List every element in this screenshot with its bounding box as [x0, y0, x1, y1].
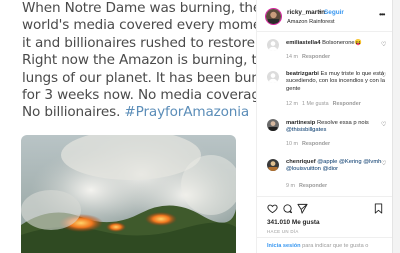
tweet-line: Right now the Amazon is burning, the [22, 52, 256, 69]
likes-count[interactable]: 341.010 Me gusta [267, 219, 320, 226]
comment-meta: 9 m Responder [286, 183, 331, 189]
comment-like-icon[interactable]: ♡ [381, 121, 386, 128]
login-prompt: Inicia sesión para indicar que te gusta … [257, 237, 392, 249]
comment-item: chenriquef @apple @Kering @lvmh @louisvu… [257, 155, 392, 197]
like-heart-icon[interactable] [267, 203, 278, 214]
more-options-icon[interactable]: ••• [379, 10, 385, 19]
author-avatar[interactable] [265, 8, 282, 25]
mention-link[interactable]: @apple [317, 159, 337, 165]
mention-link[interactable]: @thisisbillgates [286, 127, 326, 133]
comment-body: Resolve essa p nois [316, 120, 369, 126]
comment-meta: 12 m 1 Me gusta Responder [286, 101, 365, 107]
post-image[interactable]: When Notre Dame was burning, the world's… [0, 0, 256, 253]
commenter-avatar[interactable] [267, 119, 279, 131]
commenter-username[interactable]: martinesip [286, 120, 315, 126]
tweet-text: When Notre Dame was burning, the world's… [22, 0, 256, 122]
comment-body: Bolsonerone😝 [322, 40, 362, 46]
comment-like-icon[interactable]: ♡ [381, 72, 386, 79]
login-prompt-text: para indicar que te gusta o [300, 243, 369, 249]
mention-link[interactable]: @louisvuitton [286, 166, 321, 172]
bookmark-icon[interactable] [373, 203, 384, 214]
comment-text: beatrizgarbi Es muy triste lo que está s… [286, 71, 386, 93]
tweet-line: When Notre Dame was burning, the [22, 0, 256, 16]
comment-like-icon[interactable]: ♡ [381, 160, 386, 167]
tweet-line: it and billionaires rushed to restore it… [22, 34, 256, 51]
scrollbar[interactable] [392, 0, 400, 253]
follow-button[interactable]: Seguir [324, 9, 344, 16]
mention-link[interactable]: @Kering [339, 159, 362, 165]
login-link[interactable]: Inicia sesión [267, 243, 301, 249]
reply-button[interactable]: Responder [302, 141, 330, 147]
separator-dot: • [319, 9, 322, 16]
comment-time: 9 m [286, 183, 295, 189]
commenter-username[interactable]: beatrizgarbi [286, 71, 319, 77]
mention-link[interactable]: @dior [323, 166, 339, 172]
share-icon[interactable] [297, 203, 308, 214]
comment-meta: 14 m Responder [286, 54, 334, 60]
tweet-line-last: No billionaires. #PrayforAmazonia [22, 104, 252, 121]
commenter-avatar[interactable] [267, 71, 279, 83]
comment-time: 12 m [286, 101, 298, 107]
tweet-line: lungs of our planet. It has been burning [22, 69, 256, 86]
reply-button[interactable]: Responder [302, 54, 330, 60]
reply-button[interactable]: Responder [333, 101, 361, 107]
post-header: ricky_martin • Seguir Amazon Rainforest … [257, 0, 392, 32]
hashtag: #PrayforAmazonia [124, 104, 250, 121]
location-link[interactable]: Amazon Rainforest [287, 19, 335, 25]
tweet-line: world's media covered every moment of [22, 17, 256, 34]
commenter-avatar[interactable] [267, 159, 279, 171]
reply-button[interactable]: Responder [299, 183, 327, 189]
comment-item: emiliastella4 Bolsonerone😝 14 m Responder… [257, 34, 392, 64]
comment-text: martinesip Resolve essa p nois @thisisbi… [286, 120, 386, 135]
comment-item: martinesip Resolve essa p nois @thisisbi… [257, 116, 392, 156]
comment-bubble-icon[interactable] [282, 203, 293, 214]
commenter-username[interactable]: emiliastella4 [286, 40, 320, 46]
comment-text: chenriquef @apple @Kering @lvmh @louisvu… [286, 159, 386, 174]
comment-likes[interactable]: 1 Me gusta [302, 101, 329, 107]
commenter-username[interactable]: chenriquef [286, 159, 316, 165]
comment-meta: 10 m Responder [286, 141, 334, 147]
commenter-avatar[interactable] [267, 39, 279, 51]
mention-link[interactable]: @lvmh [363, 159, 381, 165]
post-actions: 341.010 Me gusta HACE UN DÍA Inicia sesi… [257, 196, 392, 253]
tweet-line: for 3 weeks now. No media coverage. [22, 87, 256, 104]
comment-time: 10 m [286, 141, 298, 147]
comment-item: beatrizgarbi Es muy triste lo que está s… [257, 66, 392, 116]
post-sidebar: ricky_martin • Seguir Amazon Rainforest … [257, 0, 392, 253]
comment-text: emiliastella4 Bolsonerone😝 [286, 40, 386, 47]
comment-time: 14 m [286, 54, 298, 60]
post-date: HACE UN DÍA [267, 229, 299, 234]
comment-like-icon[interactable]: ♡ [381, 41, 386, 48]
forest-fire-photo [21, 135, 236, 253]
tweet-line-end: No billionaires. [22, 104, 121, 121]
